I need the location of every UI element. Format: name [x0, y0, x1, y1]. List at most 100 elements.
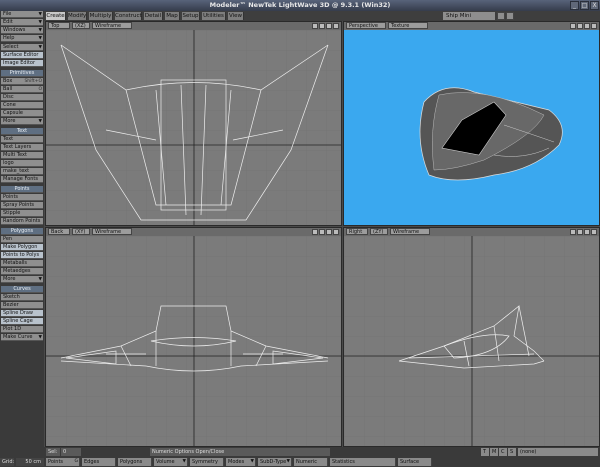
- surface-select[interactable]: (none): [518, 448, 598, 456]
- tool-metaedges[interactable]: Metaedges: [1, 268, 43, 275]
- tool-manage-fonts[interactable]: Manage Fonts: [1, 176, 43, 183]
- tool-metaballs[interactable]: Metaballs: [1, 260, 43, 267]
- symmetry-button[interactable]: Symmetry: [190, 458, 224, 466]
- axis-select[interactable]: (XY): [72, 228, 90, 235]
- rotate-view-icon[interactable]: [577, 229, 583, 235]
- layer-next-button[interactable]: [506, 12, 514, 20]
- tool-make-text[interactable]: make_text: [1, 168, 43, 175]
- viewport-canvas[interactable]: [344, 30, 599, 225]
- image-editor-button[interactable]: Image Editor: [1, 60, 43, 67]
- viewport-canvas[interactable]: [46, 236, 341, 446]
- viewport-canvas[interactable]: [344, 236, 599, 446]
- maximize-view-icon[interactable]: [591, 229, 597, 235]
- tab-create[interactable]: Create: [46, 12, 66, 20]
- view-type-select[interactable]: Top: [48, 22, 70, 29]
- tab-setup[interactable]: Setup: [182, 12, 200, 20]
- volume-button[interactable]: Volume ▼: [154, 458, 188, 466]
- tool-multi-text[interactable]: Multi Text: [1, 152, 43, 159]
- tool-text-layers[interactable]: Text Layers: [1, 144, 43, 151]
- edges-mode-button[interactable]: Edges: [82, 458, 116, 466]
- tool-points[interactable]: Points: [1, 194, 43, 201]
- move-view-icon[interactable]: [570, 23, 576, 29]
- move-view-icon[interactable]: [312, 229, 318, 235]
- menu-edit[interactable]: Edit ▼: [1, 19, 43, 26]
- zoom-view-icon[interactable]: [584, 229, 590, 235]
- menu-help[interactable]: Help ▼: [1, 35, 43, 42]
- zoom-view-icon[interactable]: [326, 229, 332, 235]
- render-mode-select[interactable]: Texture: [388, 22, 428, 29]
- numeric-button[interactable]: Numeric: [294, 458, 328, 466]
- render-mode-select[interactable]: Wireframe: [390, 228, 430, 235]
- tab-utilities[interactable]: Utilities: [202, 12, 226, 20]
- tmcs-t-button[interactable]: T: [481, 448, 489, 456]
- tool-box[interactable]: Box Shift+O: [1, 78, 43, 85]
- tool-spline-cage[interactable]: Spline Cage: [1, 318, 43, 325]
- axis-select[interactable]: (XZ): [72, 22, 90, 29]
- tab-modify[interactable]: Modify: [68, 12, 87, 20]
- tool-ball[interactable]: Ball O: [1, 86, 43, 93]
- subd-type-button[interactable]: SubD-Type ▼: [258, 458, 292, 466]
- tmcs-m-button[interactable]: M: [490, 448, 498, 456]
- tool-disc[interactable]: Disc: [1, 94, 43, 101]
- menu-file[interactable]: File ▼: [1, 11, 43, 18]
- make-curve-menu[interactable]: Make Curve ▼: [1, 334, 43, 341]
- close-button[interactable]: X: [590, 1, 599, 10]
- points-mode-button[interactable]: Points G: [46, 458, 80, 466]
- tab-detail[interactable]: Detail: [144, 12, 163, 20]
- tool-cone[interactable]: Cone: [1, 102, 43, 109]
- rotate-view-icon[interactable]: [577, 23, 583, 29]
- polygons-mode-button[interactable]: Polygons: [118, 458, 152, 466]
- tool-random-points[interactable]: Random Points: [1, 218, 43, 225]
- layer-select[interactable]: Ship Mini: [443, 12, 495, 20]
- tmcs-c-button[interactable]: C: [499, 448, 507, 456]
- rotate-view-icon[interactable]: [319, 229, 325, 235]
- view-type-select[interactable]: Back: [48, 228, 70, 235]
- viewport-top[interactable]: Top (XZ) Wireframe: [45, 21, 342, 226]
- viewport-canvas[interactable]: [46, 30, 341, 225]
- view-type-select[interactable]: Perspective: [346, 22, 386, 29]
- modes-button[interactable]: Modes ▼: [226, 458, 256, 466]
- move-view-icon[interactable]: [570, 229, 576, 235]
- surface-editor-button[interactable]: Surface Editor: [1, 52, 43, 59]
- tab-map[interactable]: Map: [165, 12, 180, 20]
- layer-prev-button[interactable]: [497, 12, 505, 20]
- tool-spray-points[interactable]: Spray Points: [1, 202, 43, 209]
- move-view-icon[interactable]: [312, 23, 318, 29]
- polygons-more[interactable]: More ▼: [1, 276, 43, 283]
- maximize-button[interactable]: □: [580, 1, 589, 10]
- tmcs-s-button[interactable]: S: [508, 448, 516, 456]
- viewport-right[interactable]: Right (ZY) Wireframe: [343, 227, 600, 447]
- maximize-view-icon[interactable]: [333, 23, 339, 29]
- surface-button[interactable]: Surface: [398, 458, 432, 466]
- zoom-view-icon[interactable]: [326, 23, 332, 29]
- render-mode-select[interactable]: Wireframe: [92, 22, 132, 29]
- tool-stipple[interactable]: Stipple: [1, 210, 43, 217]
- primitives-more[interactable]: More ▼: [1, 118, 43, 125]
- view-type-select[interactable]: Right: [346, 228, 368, 235]
- tool-logo[interactable]: logo: [1, 160, 43, 167]
- viewport-perspective[interactable]: Perspective Texture: [343, 21, 600, 226]
- tab-view[interactable]: View: [228, 12, 244, 20]
- statistics-button[interactable]: Statistics: [330, 458, 396, 466]
- tool-make-polygon[interactable]: Make Polygon: [1, 244, 43, 251]
- axis-select[interactable]: (ZY): [370, 228, 388, 235]
- render-mode-select[interactable]: Wireframe: [92, 228, 132, 235]
- menu-windows[interactable]: Windows ▼: [1, 27, 43, 34]
- minimize-button[interactable]: _: [570, 1, 579, 10]
- tool-spline-draw[interactable]: Spline Draw: [1, 310, 43, 317]
- tool-pen[interactable]: Pen: [1, 236, 43, 243]
- viewport-back[interactable]: Back (XY) Wireframe: [45, 227, 342, 447]
- tool-sketch[interactable]: Sketch: [1, 294, 43, 301]
- tab-multiply[interactable]: Multiply: [89, 12, 113, 20]
- maximize-view-icon[interactable]: [591, 23, 597, 29]
- tool-text[interactable]: Text: [1, 136, 43, 143]
- zoom-view-icon[interactable]: [584, 23, 590, 29]
- rotate-view-icon[interactable]: [319, 23, 325, 29]
- menu-select[interactable]: Select ▼: [1, 44, 43, 51]
- tool-capsule[interactable]: Capsule: [1, 110, 43, 117]
- tool-bezier[interactable]: Bezier: [1, 302, 43, 309]
- tool-points-to-polys[interactable]: Points to Polys: [1, 252, 43, 259]
- tab-construct[interactable]: Construct: [115, 12, 142, 20]
- maximize-view-icon[interactable]: [333, 229, 339, 235]
- tool-plot-1d[interactable]: Plot 1D: [1, 326, 43, 333]
